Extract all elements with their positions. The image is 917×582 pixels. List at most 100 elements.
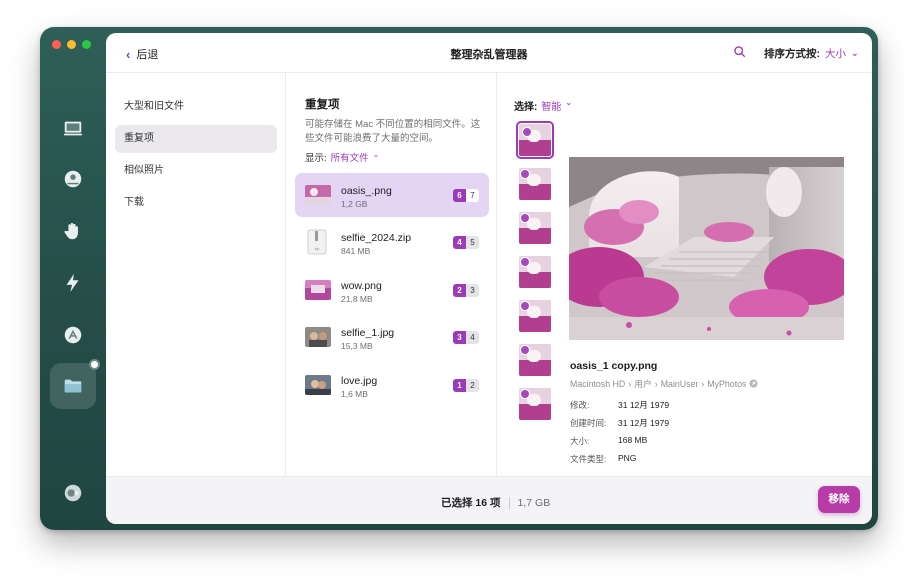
reveal-arrow-icon[interactable]: [749, 379, 758, 388]
list-item[interactable]: selfie_1.jpg 15,3 MB 34: [295, 315, 489, 359]
window-title: 整理杂乱管理器: [450, 49, 528, 61]
duplicate-count-badge: 23: [453, 284, 479, 297]
file-thumbnail: [305, 280, 331, 300]
duplicate-thumbnail[interactable]: [516, 341, 554, 379]
meta-label-size: 大小:: [570, 436, 590, 446]
chevron-right-icon: ›: [701, 378, 705, 389]
zip-file-icon: zip: [307, 229, 327, 255]
checkbox-checked-icon[interactable]: [520, 213, 530, 223]
filter-control[interactable]: 显示: 所有文件 ⌄: [305, 150, 379, 164]
path-segment[interactable]: MyPhotos: [707, 379, 746, 389]
checkbox-checked-icon[interactable]: [520, 301, 530, 311]
duplicate-thumbnail[interactable]: [516, 121, 554, 159]
duplicates-list: 重复项 可能存储在 Mac 不同位置的相同文件。这些文件可能浪费了大量的空间。 …: [287, 73, 497, 476]
meta-value-type: PNG: [618, 453, 637, 463]
remove-button[interactable]: 移除: [818, 486, 860, 513]
notification-dot: [89, 359, 100, 370]
meta-label-modified: 修改:: [570, 400, 590, 410]
duplicate-count-badge: 12: [453, 379, 479, 392]
file-size: 1,6 MB: [341, 389, 368, 399]
file-size: 21,8 MB: [341, 294, 373, 304]
toggle-icon[interactable]: [57, 477, 89, 509]
list-item[interactable]: wow.png 21,8 MB 23: [295, 268, 489, 312]
list-item[interactable]: love.jpg 1,6 MB 12: [295, 363, 489, 407]
filter-label: 显示:: [305, 153, 327, 164]
svg-text:zip: zip: [314, 246, 320, 251]
section-title: 重复项: [305, 99, 340, 111]
search-icon[interactable]: [733, 45, 747, 59]
category-similar-photos[interactable]: 相似照片: [115, 157, 277, 185]
duplicate-thumbnail[interactable]: [516, 297, 554, 335]
category-list: 大型和旧文件 重复项 相似照片 下载: [106, 73, 286, 476]
chevron-down-icon: ⌄: [851, 48, 859, 58]
select-value[interactable]: 智能: [541, 98, 561, 113]
duplicate-thumbnail[interactable]: [516, 253, 554, 291]
file-path-breadcrumb: Macintosh HD › 用户 › MainUser › MyPhotos: [570, 377, 758, 390]
select-label: 选择:: [514, 102, 538, 113]
lightning-icon[interactable]: [57, 267, 89, 299]
select-control[interactable]: 选择: 智能 ⌄: [514, 98, 572, 113]
path-segment[interactable]: MainUser: [661, 379, 699, 389]
image-preview: [569, 157, 844, 340]
selected-size: 1,7 GB: [517, 496, 551, 509]
folder-icon[interactable]: [50, 359, 100, 409]
file-size: 15,3 MB: [341, 341, 373, 351]
sort-label: 排序方式按:: [764, 48, 820, 60]
checkbox-checked-icon[interactable]: [520, 257, 530, 267]
main-panel: ‹ 后退 整理杂乱管理器 排序方式按: 大小 ⌄ 大型和旧文件 重复项 相似照片…: [106, 33, 872, 524]
path-segment[interactable]: Macintosh HD: [570, 379, 625, 389]
checkbox-checked-icon[interactable]: [520, 389, 530, 399]
selection-summary: 已选择 16 项 1,7 GB: [441, 495, 550, 510]
preview-file-name: oasis_1 copy.png: [570, 360, 658, 372]
filter-value[interactable]: 所有文件: [331, 150, 369, 164]
app-window: ‹ 后退 整理杂乱管理器 排序方式按: 大小 ⌄ 大型和旧文件 重复项 相似照片…: [40, 27, 878, 530]
meta-value-created: 31 12月 1979: [618, 418, 670, 428]
monitor-icon[interactable]: [57, 113, 89, 145]
file-name: love.jpg: [341, 375, 378, 387]
duplicate-thumbnail[interactable]: [516, 165, 554, 203]
selected-count: 已选择 16 项: [441, 497, 501, 509]
file-thumbnail: [305, 375, 331, 395]
disk-cleaner-icon[interactable]: [57, 163, 89, 195]
preview-pane: 选择: 智能 ⌄ oasis_1 copy.png Macintosh HD ›…: [498, 73, 872, 476]
file-name: oasis_.png: [341, 185, 392, 197]
chevron-right-icon: ›: [628, 378, 632, 389]
checkbox-checked-icon[interactable]: [520, 345, 530, 355]
tool-sidebar: [40, 27, 106, 530]
sort-control[interactable]: 排序方式按: 大小 ⌄: [764, 46, 859, 61]
path-segment[interactable]: 用户: [634, 377, 652, 390]
meta-value-modified: 31 12月 1979: [618, 400, 670, 410]
file-size: 841 MB: [341, 246, 371, 256]
list-item[interactable]: oasis_.png 1,2 GB 67: [295, 173, 489, 217]
footer-bar: 已选择 16 项 1,7 GB 移除: [106, 476, 872, 524]
chevron-down-icon: ⌄: [565, 98, 573, 107]
file-size: 1,2 GB: [341, 199, 368, 209]
duplicate-count-badge: 45: [453, 236, 479, 249]
duplicate-count-badge: 34: [453, 331, 479, 344]
category-duplicates[interactable]: 重复项: [115, 125, 277, 153]
hand-icon[interactable]: [57, 215, 89, 247]
file-thumbnail: [305, 327, 331, 347]
chevron-right-icon: ›: [654, 378, 658, 389]
meta-value-size: 168 MB: [618, 435, 648, 445]
title-bar: ‹ 后退 整理杂乱管理器 排序方式按: 大小 ⌄: [106, 33, 872, 73]
meta-label-created: 创建时间:: [570, 418, 607, 428]
apps-icon[interactable]: [57, 319, 89, 351]
file-thumbnail: [305, 185, 331, 205]
chevron-down-icon: ⌄: [372, 150, 380, 159]
meta-label-type: 文件类型:: [570, 454, 607, 464]
duplicate-count-badge: 67: [453, 189, 479, 202]
file-name: selfie_2024.zip: [341, 232, 412, 244]
duplicate-thumbnail[interactable]: [516, 209, 554, 247]
category-downloads[interactable]: 下载: [115, 189, 277, 217]
category-large-old-files[interactable]: 大型和旧文件: [115, 93, 277, 121]
duplicate-thumbnail[interactable]: [516, 385, 554, 423]
checkbox-checked-icon[interactable]: [522, 127, 532, 137]
divider: [508, 496, 510, 509]
file-name: selfie_1.jpg: [341, 327, 395, 339]
file-name: wow.png: [341, 280, 382, 292]
section-description: 可能存储在 Mac 不同位置的相同文件。这些文件可能浪费了大量的空间。: [305, 119, 481, 144]
sort-value[interactable]: 大小: [825, 46, 846, 61]
checkbox-checked-icon[interactable]: [520, 169, 530, 179]
list-item[interactable]: zip selfie_2024.zip 841 MB 45: [295, 220, 489, 264]
